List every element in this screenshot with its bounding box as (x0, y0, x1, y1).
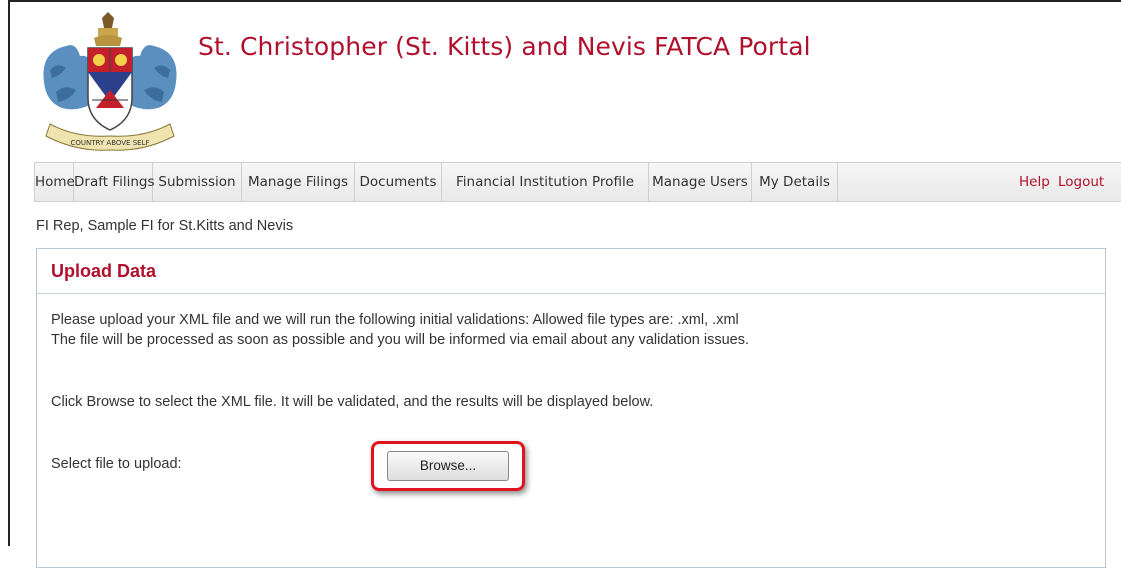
site-title: St. Christopher (St. Kitts) and Nevis FA… (198, 32, 811, 61)
nav-home[interactable]: Home (34, 163, 75, 201)
browse-button[interactable]: Browse... (387, 451, 509, 481)
select-file-label: Select file to upload: (51, 456, 182, 472)
upload-info-line-2: The file will be processed as soon as po… (51, 332, 749, 348)
upload-panel: Upload Data Please upload your XML file … (36, 248, 1106, 568)
upload-info-line-1: Please upload your XML file and we will … (51, 312, 739, 328)
user-identity: FI Rep, Sample FI for St.Kitts and Nevis (36, 218, 294, 234)
browse-highlight: Browse... (371, 441, 525, 491)
logo-motto: COUNTRY ABOVE SELF (70, 139, 149, 147)
nav-documents[interactable]: Documents (355, 163, 442, 201)
nav-submission[interactable]: Submission (153, 163, 242, 201)
main-nav: Home Draft Filings Submission Manage Fil… (34, 162, 1121, 202)
logout-link[interactable]: Logout (1058, 163, 1104, 201)
nav-manage-users[interactable]: Manage Users (649, 163, 752, 201)
nav-financial-institution-profile[interactable]: Financial Institution Profile (442, 163, 649, 201)
coat-of-arms-icon: COUNTRY ABOVE SELF (43, 12, 177, 151)
panel-divider (37, 293, 1105, 294)
site-header: COUNTRY ABOVE SELF St. Christopher (St. … (10, 2, 1121, 160)
page-frame: COUNTRY ABOVE SELF St. Christopher (St. … (8, 0, 1121, 568)
panel-title: Upload Data (51, 261, 157, 281)
nav-manage-filings[interactable]: Manage Filings (242, 163, 355, 201)
upload-instructions: Click Browse to select the XML file. It … (51, 394, 654, 410)
nav-my-details[interactable]: My Details (752, 163, 838, 201)
help-link[interactable]: Help (1019, 163, 1050, 201)
nav-draft-filings[interactable]: Draft Filings (74, 163, 155, 201)
